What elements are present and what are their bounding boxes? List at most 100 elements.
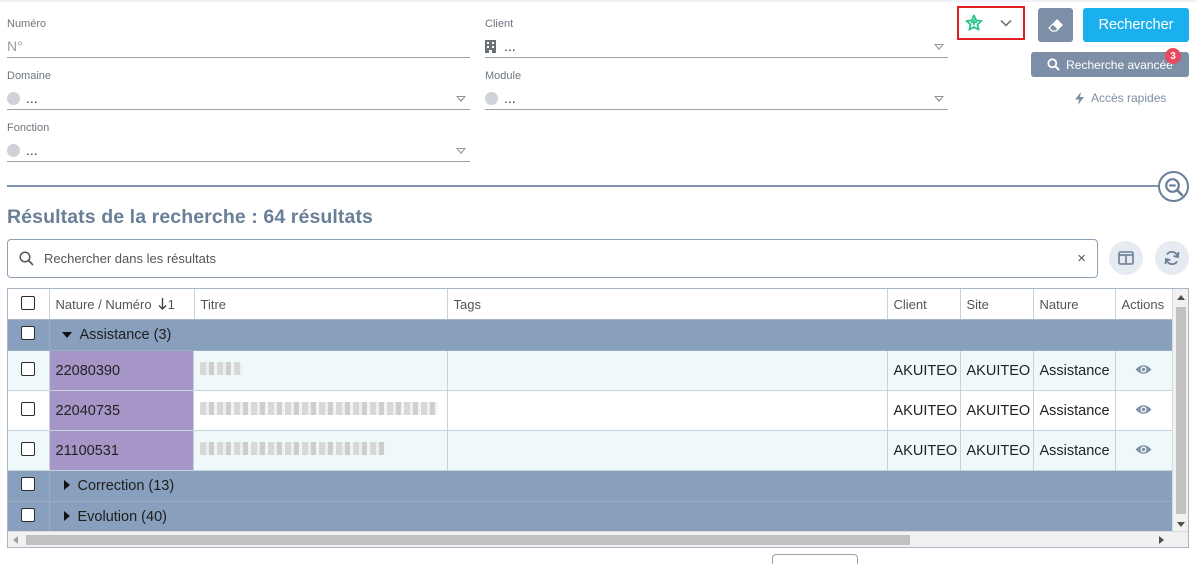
scroll-left-icon[interactable] — [13, 536, 18, 544]
advanced-search-label: Recherche avancée — [1066, 57, 1173, 72]
client-select[interactable]: ... — [485, 38, 516, 54]
column-nature-numero[interactable]: Nature / Numéro 1 Titre — [49, 289, 448, 320]
row-select-cell[interactable] — [8, 350, 50, 391]
group-checkbox[interactable] — [21, 326, 36, 340]
columns-button[interactable] — [1109, 241, 1143, 275]
eye-icon[interactable] — [1135, 404, 1152, 415]
column-nature[interactable]: Nature — [1033, 289, 1116, 320]
numero-cell[interactable]: 22080390 — [49, 350, 194, 391]
group-select-cell[interactable] — [8, 470, 50, 502]
module-value: ... — [504, 90, 516, 106]
module-label: Module — [485, 70, 522, 82]
group-label-cell[interactable]: Assistance (3) — [49, 319, 1172, 351]
titre-cell — [193, 390, 448, 431]
fonction-select[interactable]: ... — [7, 142, 38, 158]
nature-cell: Assistance — [1033, 390, 1116, 431]
group-select-cell[interactable] — [8, 319, 50, 351]
domaine-dot-icon — [7, 91, 20, 105]
refresh-button[interactable] — [1155, 241, 1189, 275]
results-search-bar[interactable]: × — [7, 239, 1098, 278]
numero-cell[interactable]: 21100531 — [49, 430, 194, 471]
numero-field[interactable]: Numéro N° — [7, 6, 470, 58]
pagination-stub — [772, 554, 858, 564]
domaine-field[interactable]: Domaine ... — [7, 58, 470, 110]
module-select[interactable]: ... — [485, 90, 516, 106]
group-checkbox[interactable] — [21, 508, 36, 522]
column-titre[interactable]: Titre — [193, 289, 447, 319]
results-table: Nature / Numéro 1 Titre Tags Client Site — [8, 289, 1172, 533]
column-site[interactable]: Site — [960, 289, 1034, 320]
vertical-scrollbar[interactable] — [1172, 289, 1188, 532]
column-tags[interactable]: Tags — [447, 289, 888, 320]
row-checkbox[interactable] — [21, 361, 36, 376]
group-row-assistance[interactable]: Assistance (3) — [8, 319, 1172, 351]
domaine-value: ... — [26, 90, 38, 106]
favorites-selector[interactable] — [957, 6, 1025, 40]
row-checkbox[interactable] — [21, 401, 36, 416]
refresh-icon — [1164, 251, 1180, 265]
clear-filters-button[interactable] — [1038, 8, 1073, 42]
module-field[interactable]: Module ... — [485, 58, 948, 110]
group-label-cell[interactable]: Correction (13) — [49, 470, 1172, 502]
group-label: Assistance (3) — [79, 327, 172, 343]
fonction-field[interactable]: Fonction ... — [7, 110, 470, 162]
fonction-label: Fonction — [7, 122, 50, 134]
column-client[interactable]: Client — [887, 289, 961, 320]
vertical-scroll-thumb[interactable] — [1176, 307, 1186, 514]
group-row-correction[interactable]: Correction (13) — [8, 470, 1172, 502]
domaine-dropdown-icon[interactable] — [456, 96, 466, 102]
scroll-down-icon[interactable] — [1177, 522, 1185, 527]
actions-cell — [1115, 430, 1172, 471]
group-select-cell[interactable] — [8, 501, 50, 533]
actions-cell — [1115, 390, 1172, 431]
row-checkbox[interactable] — [21, 441, 36, 456]
fonction-dot-icon — [7, 143, 20, 157]
eye-icon[interactable] — [1135, 444, 1152, 455]
numero-label: Numéro — [7, 18, 47, 30]
horizontal-scrollbar[interactable] — [8, 531, 1188, 547]
scroll-up-icon[interactable] — [1177, 295, 1185, 300]
horizontal-scroll-thumb[interactable] — [26, 535, 910, 545]
sort-down-icon — [158, 298, 167, 310]
results-search-input[interactable] — [42, 250, 1042, 267]
client-dropdown-icon[interactable] — [934, 44, 944, 50]
table-row[interactable]: 21100531 AKUITEO AKUITEO Assistance — [8, 430, 1172, 471]
redacted-title — [199, 362, 242, 375]
group-row-evolution[interactable]: Evolution (40) — [8, 501, 1172, 533]
redacted-title — [199, 402, 438, 415]
search-button[interactable]: Rechercher — [1083, 8, 1189, 42]
clear-search-icon[interactable]: × — [1077, 250, 1086, 267]
eye-icon[interactable] — [1135, 364, 1152, 375]
column-actions-label: Actions — [1121, 296, 1165, 312]
expand-down-icon[interactable] — [61, 332, 72, 338]
lightning-icon — [1075, 91, 1084, 105]
expand-right-icon[interactable] — [63, 511, 70, 521]
group-label: Evolution (40) — [77, 509, 167, 525]
domaine-select[interactable]: ... — [7, 90, 38, 106]
column-tags-label: Tags — [453, 296, 481, 312]
client-field[interactable]: Client ... — [485, 6, 948, 58]
select-all-cell[interactable] — [8, 289, 50, 320]
group-label-cell[interactable]: Evolution (40) — [49, 501, 1172, 533]
group-checkbox[interactable] — [21, 477, 36, 491]
fonction-dropdown-icon[interactable] — [456, 148, 466, 154]
scroll-right-icon[interactable] — [1159, 536, 1164, 544]
collapse-filters-button[interactable] — [1158, 171, 1189, 202]
advanced-search-badge: 3 — [1165, 48, 1181, 64]
filters-separator — [7, 185, 1159, 187]
row-select-cell[interactable] — [8, 430, 50, 471]
table-row[interactable]: 22040735 AKUITEO AKUITEO Assistance — [8, 390, 1172, 431]
top-border — [0, 0, 1197, 2]
quick-access-link[interactable]: Accès rapides — [1075, 91, 1166, 105]
numero-input[interactable]: N° — [7, 38, 23, 54]
numero-cell[interactable]: 22040735 — [49, 390, 194, 431]
table-row[interactable]: 22080390 AKUITEO AKUITEO Assistance — [8, 350, 1172, 391]
search-icon — [19, 251, 34, 266]
column-site-label: Site — [966, 296, 989, 312]
module-dropdown-icon[interactable] — [934, 96, 944, 102]
expand-right-icon[interactable] — [63, 480, 70, 490]
column-actions[interactable]: Actions — [1115, 289, 1172, 320]
row-select-cell[interactable] — [8, 390, 50, 431]
column-nature-label: Nature — [1039, 296, 1079, 312]
select-all-checkbox[interactable] — [21, 295, 36, 310]
